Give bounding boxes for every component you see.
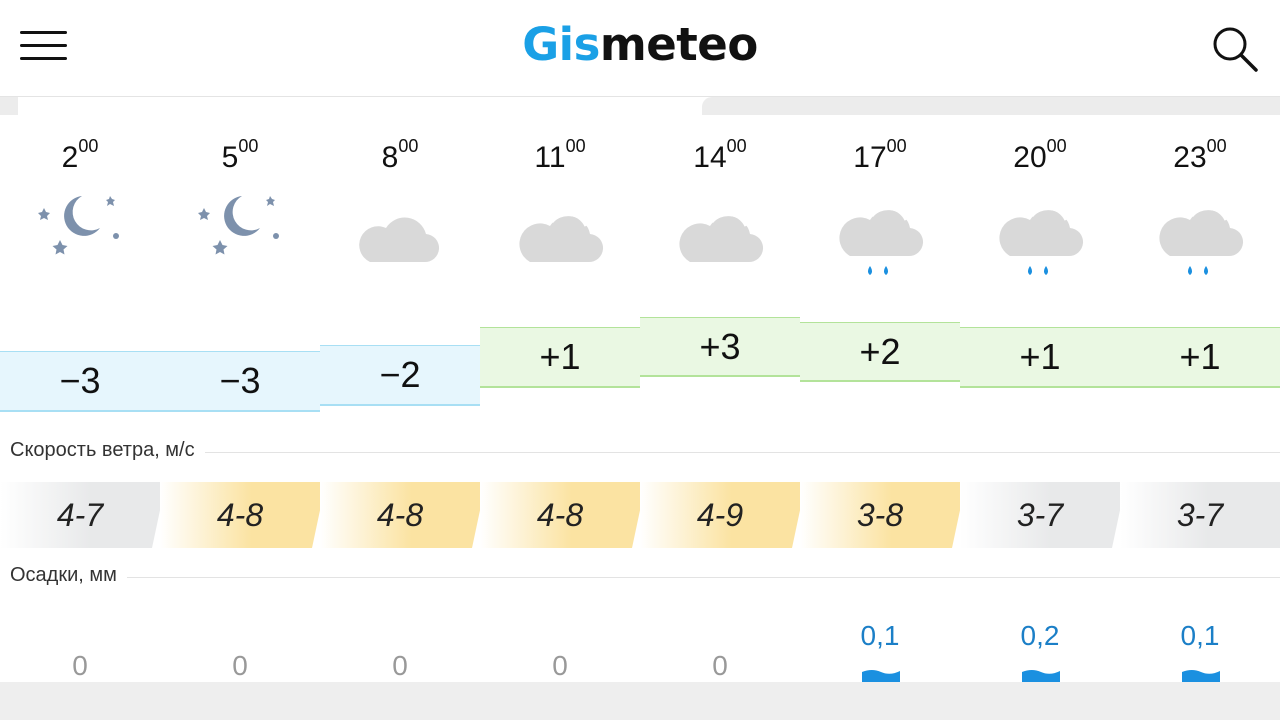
temperature-cell: +1 [1120, 327, 1280, 388]
wind-value: 4-9 [696, 497, 744, 533]
wind-speed-label: Скорость ветра, м/с [10, 439, 205, 462]
precip-value: 0 [712, 650, 728, 681]
temperature-cell: +1 [960, 327, 1120, 388]
precipitation-label: Осадки, мм [10, 564, 127, 587]
moon-stars-icon [38, 196, 119, 255]
precip-value: 0 [72, 650, 88, 681]
search-icon [1213, 27, 1258, 72]
icon-cell [1120, 188, 1280, 288]
precipitation-row: 0 0 0 0 0 0,1 0,2 0,1 [0, 600, 1280, 682]
hour-cell: 1400 [640, 136, 800, 184]
temperature-cell: −3 [0, 351, 160, 412]
precip-cell: 0,1 [1120, 600, 1280, 682]
wind-value: 4-7 [56, 497, 104, 533]
temperature-value: +3 [699, 326, 741, 367]
search-button[interactable] [1208, 22, 1260, 74]
precip-cell: 0 [320, 600, 480, 682]
hour-cell: 2000 [960, 136, 1120, 184]
hour-cell: 1700 [800, 136, 960, 184]
temperature-value: +1 [1179, 336, 1221, 377]
cloud-icon [519, 212, 604, 263]
precip-bar [1022, 670, 1060, 682]
hour-cell: 2300 [1120, 136, 1280, 184]
icon-cell [960, 188, 1120, 288]
cloud-rain-icon [999, 206, 1084, 275]
wind-cell: 4-8 [480, 482, 640, 548]
icon-cell [320, 188, 480, 288]
tab-strip-right [702, 97, 1280, 115]
hour-label: 800 [381, 136, 419, 174]
temperature-cell: +2 [800, 322, 960, 382]
wind-cell: 4-9 [640, 482, 800, 548]
temperature-cell: +1 [480, 327, 640, 388]
precip-cell: 0 [160, 600, 320, 682]
precip-cell: 0 [640, 600, 800, 682]
precip-value: 0 [392, 650, 408, 681]
precip-cell: 0 [0, 600, 160, 682]
bottom-bar [0, 682, 1280, 720]
tab-strip-left [0, 97, 18, 115]
precip-value: 0 [552, 650, 568, 681]
wind-cell: 4-8 [160, 482, 320, 548]
hour-cell: 800 [320, 136, 480, 184]
hour-label: 1100 [534, 136, 586, 174]
weather-icons-row [0, 188, 1280, 288]
logo-text-gis: Gis [522, 18, 600, 71]
precip-cell: 0 [480, 600, 640, 682]
temperature-value: −3 [59, 360, 101, 401]
wind-value: 4-8 [376, 497, 424, 533]
hour-label: 1700 [853, 136, 907, 174]
cloud-rain-icon [1159, 206, 1244, 275]
wind-cell: 3-8 [800, 482, 960, 548]
temperature-value: −3 [219, 360, 261, 401]
wind-value: 3-8 [856, 497, 904, 533]
wind-value: 4-8 [216, 497, 264, 533]
wind-value: 3-7 [1016, 497, 1064, 533]
wind-cell: 4-8 [320, 482, 480, 548]
hour-label: 1400 [693, 136, 747, 174]
precip-value: 0 [232, 650, 248, 681]
cloud-rain-icon [839, 206, 924, 275]
wind-cell: 3-7 [1120, 482, 1280, 548]
hour-label: 2000 [1013, 136, 1067, 174]
precip-bar [1182, 670, 1220, 682]
icon-cell [480, 188, 640, 288]
gismeteo-logo[interactable]: Gismeteo [0, 18, 1280, 71]
precip-value: 0,1 [860, 620, 900, 651]
hour-label: 500 [221, 136, 259, 174]
wind-cell: 4-7 [0, 482, 160, 548]
precip-bar [862, 670, 900, 682]
icon-cell [160, 188, 320, 288]
hour-cell: 200 [0, 136, 160, 184]
temperature-cell: +3 [640, 317, 800, 377]
cloud-icon [679, 212, 764, 263]
hours-row: 200 500 800 1100 1400 1700 2000 2300 [0, 136, 1280, 184]
hour-cell: 1100 [480, 136, 640, 184]
wind-value: 4-8 [536, 497, 584, 533]
app-header: Gismeteo [0, 0, 1280, 96]
temperature-cell: −3 [160, 351, 320, 412]
wind-row: 4-7 4-8 4-8 4-8 4-9 3-8 3-7 3-7 [0, 482, 1280, 548]
cloud-moon-icon [359, 194, 440, 263]
hour-label: 200 [61, 136, 99, 174]
temperature-value: +1 [539, 336, 581, 377]
moon-stars-icon [198, 196, 279, 255]
temperature-value: +2 [859, 331, 901, 372]
wind-cell: 3-7 [960, 482, 1120, 548]
hour-label: 2300 [1173, 136, 1227, 174]
wind-value: 3-7 [1176, 497, 1224, 533]
precip-section-divider [10, 577, 1280, 578]
icon-cell [640, 188, 800, 288]
precip-value: 0,2 [1020, 620, 1060, 651]
logo-text-meteo: meteo [599, 18, 758, 71]
precip-cell: 0,1 [800, 600, 960, 682]
precip-cell: 0,2 [960, 600, 1120, 682]
precip-value: 0,1 [1180, 620, 1220, 651]
temperature-cell: −2 [320, 345, 480, 406]
temperature-value: −2 [379, 354, 421, 395]
icon-cell [0, 188, 160, 288]
icon-cell [800, 188, 960, 288]
temperature-value: +1 [1019, 336, 1061, 377]
hour-cell: 500 [160, 136, 320, 184]
